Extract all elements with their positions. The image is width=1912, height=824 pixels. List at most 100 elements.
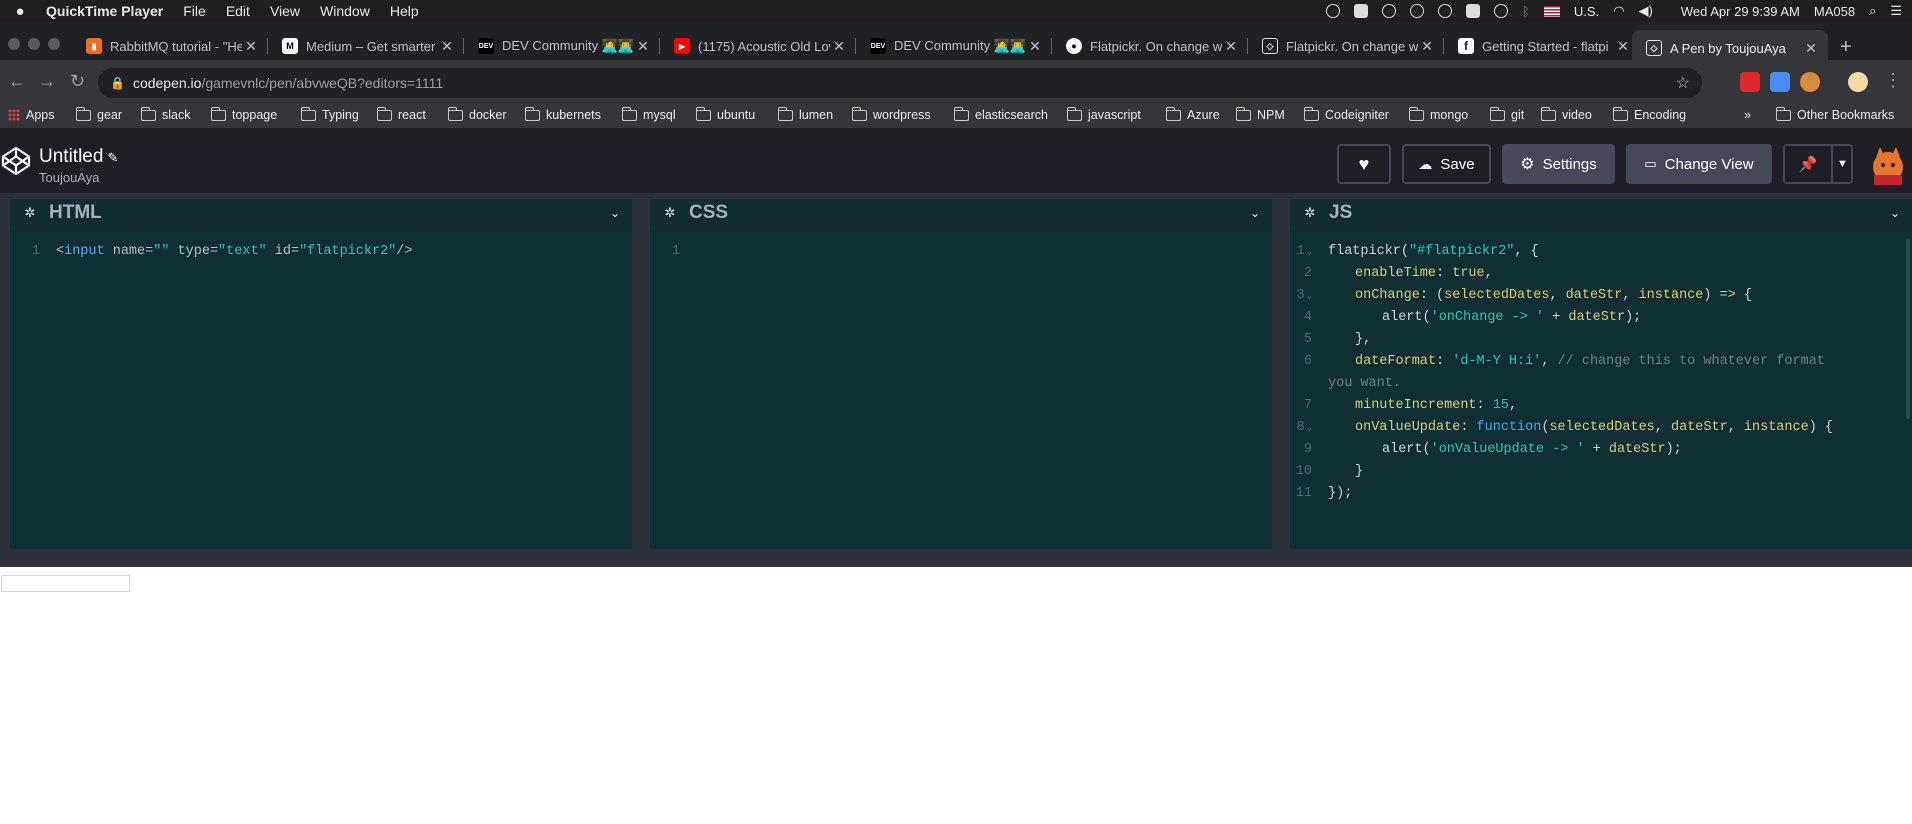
close-tab-icon[interactable]: ✕	[634, 38, 652, 55]
bookmark-folder[interactable]: NPM	[1235, 102, 1285, 128]
menubar-app-name[interactable]: QuickTime Player	[46, 3, 163, 19]
bookmark-folder[interactable]: elasticsearch	[953, 102, 1048, 128]
chrome-menu-icon[interactable]: ⋮	[1884, 70, 1902, 91]
shield-icon[interactable]	[1466, 4, 1481, 18]
browser-tab[interactable]: f Getting Started - flatpi ✕	[1444, 30, 1640, 62]
lock-icon[interactable]: 🔒	[110, 76, 125, 90]
adblock-extension-icon[interactable]	[1740, 72, 1760, 92]
extension-icon[interactable]	[1800, 72, 1820, 92]
window-minimize-button[interactable]	[28, 38, 40, 50]
bookmark-folder[interactable]: lumen	[777, 102, 833, 128]
user-avatar[interactable]	[1868, 145, 1908, 185]
browser-tab[interactable]: ● Flatpickr. On change w ✕	[1052, 30, 1248, 62]
apple-menu-icon[interactable]: ●	[12, 3, 28, 20]
browser-tab[interactable]: DEV DEV Community 👩‍💻👨‍💻 ✕	[464, 30, 660, 62]
chevron-down-icon[interactable]: ⌄	[1250, 206, 1260, 220]
close-tab-icon[interactable]: ✕	[438, 38, 456, 55]
window-close-button[interactable]	[8, 38, 20, 50]
close-tab-icon[interactable]: ✕	[1222, 38, 1240, 55]
bookmark-apps[interactable]: Apps	[8, 102, 55, 128]
close-tab-icon[interactable]: ✕	[242, 38, 260, 55]
bookmark-other-folder[interactable]: Other Bookmarks	[1775, 102, 1894, 128]
bookmark-folder[interactable]: react	[376, 102, 426, 128]
status-icon[interactable]	[1354, 4, 1369, 18]
bookmark-folder[interactable]: Codeigniter	[1303, 102, 1389, 128]
bookmarks-overflow-icon[interactable]: »	[1744, 102, 1751, 128]
block-icon[interactable]	[1438, 4, 1453, 18]
bookmark-folder[interactable]: mongo	[1408, 102, 1468, 128]
css-editor[interactable]: ✲ CSS ⌄ 1	[650, 199, 1272, 549]
menubar-item-help[interactable]: Help	[390, 3, 419, 19]
bookmark-folder[interactable]: Azure	[1165, 102, 1220, 128]
bookmark-folder[interactable]: wordpress	[851, 102, 931, 128]
user-name[interactable]: MA058	[1814, 4, 1855, 19]
forward-button[interactable]: →	[38, 71, 56, 92]
notification-center-icon[interactable]: ☰	[1890, 3, 1902, 19]
close-tab-icon[interactable]: ✕	[1802, 40, 1820, 57]
gear-icon[interactable]: ✲	[1303, 205, 1317, 221]
wifi-icon[interactable]: ◠	[1613, 3, 1624, 19]
gear-icon[interactable]: ✲	[23, 205, 37, 221]
browser-tab[interactable]: M Medium – Get smarter a ✕	[268, 30, 464, 62]
bookmark-folder[interactable]: kubernets	[524, 102, 601, 128]
save-button[interactable]: ☁ Save	[1402, 144, 1491, 184]
bluetooth-icon[interactable]: ᛒ	[1522, 4, 1530, 19]
close-tab-icon[interactable]: ✕	[1418, 38, 1436, 55]
bookmark-folder[interactable]: video	[1540, 102, 1592, 128]
browser-tab[interactable]: ▶ (1175) Acoustic Old Lov ✕	[660, 30, 856, 62]
bookmark-folder[interactable]: gear	[75, 102, 122, 128]
edit-pencil-icon[interactable]: ✎	[107, 150, 118, 165]
pen-author[interactable]: ToujouAya	[39, 170, 99, 185]
bookmark-folder[interactable]: docker	[447, 102, 507, 128]
time-machine-icon[interactable]	[1494, 4, 1509, 18]
pin-button[interactable]: 📌 ▼	[1783, 144, 1853, 184]
chevron-down-icon[interactable]: ⌄	[610, 206, 620, 220]
close-tab-icon[interactable]: ✕	[830, 38, 848, 55]
gear-icon[interactable]: ✲	[663, 205, 677, 221]
folder-icon	[953, 106, 969, 121]
bookmark-folder[interactable]: Encoding	[1612, 102, 1686, 128]
settings-button[interactable]: ⚙ Settings	[1502, 144, 1615, 184]
heart-button[interactable]: ♥	[1337, 144, 1391, 184]
html-editor[interactable]: ✲ HTML ⌄ 1 <input name="" type="text" id…	[10, 199, 632, 549]
address-bar[interactable]: 🔒 codepen.io/gamevnlc/pen/abvweQB?editor…	[98, 68, 1702, 98]
codepen-logo-icon[interactable]	[0, 145, 32, 177]
back-button[interactable]: ←	[8, 71, 26, 92]
bookmark-folder[interactable]: Typing	[300, 102, 359, 128]
spotlight-icon[interactable]: ⌕	[1869, 3, 1876, 19]
browser-tab[interactable]: ▮ RabbitMQ tutorial - "Hel ✕	[72, 30, 268, 62]
browser-tab[interactable]: ◇ Flatpickr. On change w ✕	[1248, 30, 1444, 62]
chevron-down-icon[interactable]: ▼	[1831, 146, 1848, 182]
bookmark-folder[interactable]: toppage	[210, 102, 277, 128]
close-tab-icon[interactable]: ✕	[1614, 38, 1632, 55]
bookmark-folder[interactable]: git	[1489, 102, 1524, 128]
window-zoom-button[interactable]	[48, 38, 60, 50]
input-source[interactable]: U.S.	[1574, 4, 1599, 19]
bookmark-star-icon[interactable]: ☆	[1676, 73, 1690, 93]
js-editor[interactable]: ✲ JS ⌄ 1 ⌄ 2 3 ⌄ 4 5 6 7 8 ⌄ 9 10 11 flatpi…	[1290, 199, 1912, 549]
flatpickr-input[interactable]	[1, 575, 130, 592]
profile-avatar-icon[interactable]	[1848, 72, 1868, 92]
pen-title[interactable]: Untitled ✎	[39, 146, 118, 168]
close-tab-icon[interactable]: ✕	[1026, 38, 1044, 55]
menubar-item-window[interactable]: Window	[320, 3, 370, 19]
js-editor-scrollbar[interactable]	[1906, 239, 1910, 419]
translate-extension-icon[interactable]	[1770, 72, 1790, 92]
menubar-item-file[interactable]: File	[183, 3, 206, 19]
clock[interactable]: Wed Apr 29 9:39 AM	[1681, 4, 1800, 19]
chevron-down-icon[interactable]: ⌄	[1890, 206, 1900, 220]
new-tab-button[interactable]: +	[1840, 36, 1852, 59]
bookmark-folder[interactable]: ubuntu	[695, 102, 755, 128]
messenger-icon[interactable]	[1410, 4, 1425, 18]
browser-tab[interactable]: DEV DEV Community 👩‍💻👨‍💻 ✕	[856, 30, 1052, 62]
menubar-item-view[interactable]: View	[270, 3, 300, 19]
bookmark-folder[interactable]: mysql	[621, 102, 676, 128]
record-icon[interactable]	[1326, 4, 1341, 18]
menubar-item-edit[interactable]: Edit	[226, 3, 250, 19]
volume-icon[interactable]: ◀)	[1639, 3, 1653, 19]
skype-icon[interactable]	[1382, 4, 1397, 18]
change-view-button[interactable]: ▭ Change View	[1626, 144, 1772, 184]
bookmark-folder[interactable]: javascript	[1066, 102, 1141, 128]
bookmark-folder[interactable]: slack	[140, 102, 190, 128]
reload-button[interactable]: ↻	[70, 71, 85, 92]
